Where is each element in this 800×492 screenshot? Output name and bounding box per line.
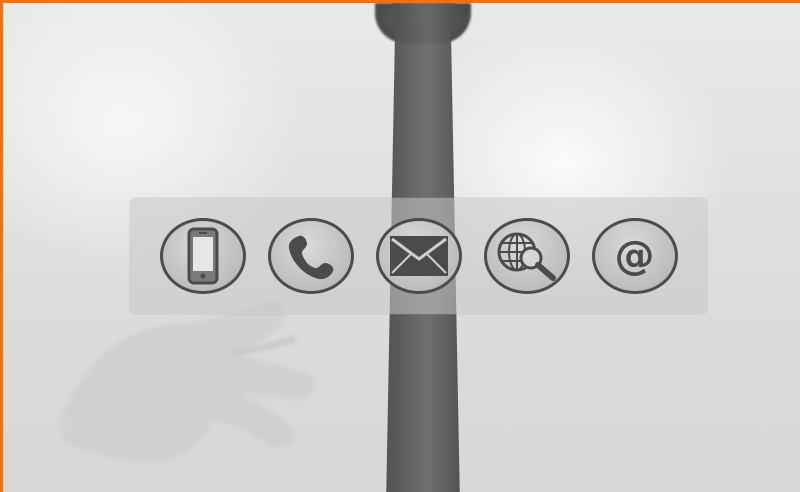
photo-frame: @ <box>0 0 800 492</box>
at-sign-button[interactable]: @ <box>591 218 678 294</box>
envelope-icon <box>389 236 448 276</box>
globe-search-icon <box>497 232 556 281</box>
web-search-button[interactable] <box>483 218 570 294</box>
telephone-icon <box>288 235 333 280</box>
contact-icons-panel: @ <box>130 198 707 314</box>
email-button[interactable] <box>375 218 462 294</box>
mobile-phone-button[interactable] <box>159 218 246 294</box>
telephone-button[interactable] <box>267 218 354 294</box>
at-sign-icon: @ <box>614 233 655 279</box>
mobile-phone-icon <box>187 227 218 285</box>
